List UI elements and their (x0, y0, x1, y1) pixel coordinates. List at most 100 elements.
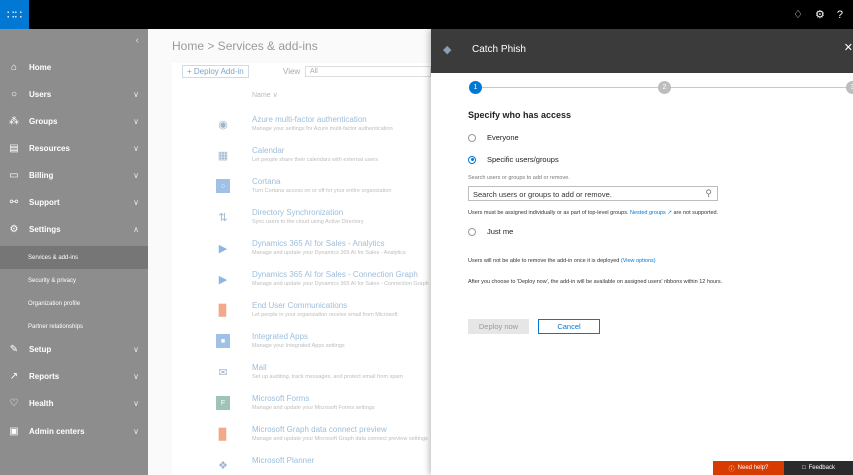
service-row[interactable]: F Microsoft Forms Manage and update your… (172, 393, 431, 424)
service-title[interactable]: Azure multi-factor authentication (252, 115, 367, 124)
option-specific-users-groups[interactable]: Specific users/groups (468, 155, 559, 164)
need-help-button[interactable]: ⓘ Need help? (713, 461, 784, 475)
specific-users-groups-label: Specific users/groups (487, 155, 559, 164)
service-row[interactable]: ▦ Calendar Let people share their calend… (172, 145, 431, 176)
office-icon: ▉ (218, 428, 228, 441)
service-title[interactable]: Microsoft Forms (252, 394, 309, 403)
deploy-now-button[interactable]: Deploy now (468, 319, 529, 334)
service-title[interactable]: Microsoft Graph data connect preview (252, 425, 387, 434)
service-title[interactable]: Microsoft Planner (252, 456, 314, 465)
sidebar-item-billing[interactable]: ▭ Billing ∨ (0, 162, 148, 188)
sidebar-subitem-label: Services & add-ins (28, 254, 79, 261)
service-row[interactable]: ❖ Microsoft Planner (172, 455, 431, 475)
everyone-radio[interactable] (468, 133, 476, 142)
support-icon: ⚯ (9, 196, 19, 208)
service-row[interactable]: ○ Cortana Turn Cortana access on or off … (172, 176, 431, 207)
service-description: Set up auditing, track messages, and pro… (252, 374, 404, 380)
sidebar-subitem-label: Organization profile (28, 300, 81, 307)
sidebar-subitem-services-add-ins[interactable]: Services & add-ins (0, 246, 148, 269)
service-row[interactable]: ✉ Mail Set up auditing, track messages, … (172, 362, 431, 393)
sidebar-item-settings[interactable]: ⚙ Settings ∧ (0, 216, 148, 242)
top-bar: ∷∷ ♢ ⚙ ? (0, 0, 853, 29)
need-help-label: Need help? (737, 465, 769, 471)
home-icon: ⌂ (10, 61, 18, 73)
service-row[interactable]: ■ Integrated Apps Manage your Integrated… (172, 331, 431, 362)
service-description: Let people share their calendars with ex… (252, 157, 378, 163)
help-icon[interactable]: ? (837, 9, 843, 21)
external-link-icon: ↗ (667, 210, 672, 216)
assignment-note-text: Users must be assigned individually or a… (468, 210, 629, 216)
feedback-icon: □ (802, 465, 806, 471)
cancel-button[interactable]: Cancel (538, 319, 600, 334)
view-options-link[interactable]: (View options) (621, 258, 656, 264)
sidebar-subitem-organization-profile[interactable]: Organization profile (0, 292, 148, 315)
chevron-down-icon: ∨ (133, 398, 139, 408)
service-title[interactable]: End User Communications (252, 301, 347, 310)
service-title[interactable]: Mail (252, 363, 267, 372)
option-just-me[interactable]: Just me (468, 227, 513, 236)
view-select[interactable]: All (305, 66, 431, 77)
fingerprint-icon: ◉ (218, 118, 228, 131)
service-row[interactable]: ▉ End User Communications Let people in … (172, 300, 431, 331)
nested-groups-link[interactable]: Nested groups (630, 210, 666, 216)
service-description: Manage and update your Microsoft Graph d… (252, 436, 428, 442)
cortana-icon: ○ (216, 179, 230, 193)
sidebar-item-health[interactable]: ♡ Health ∨ (0, 390, 148, 416)
sidebar-item-label: Admin centers (29, 426, 85, 436)
service-title[interactable]: Calendar (252, 146, 284, 155)
user-group-search-input[interactable] (473, 189, 699, 199)
wizard-step-1: 1 (469, 81, 482, 94)
feedback-button[interactable]: □ Feedback (784, 461, 853, 475)
sidebar-item-home[interactable]: ⌂ Home (0, 54, 148, 80)
service-title[interactable]: Integrated Apps (252, 332, 308, 341)
service-row[interactable]: ⇅ Directory Synchronization Sync users t… (172, 207, 431, 238)
specific-users-groups-radio[interactable] (468, 155, 476, 164)
deploy-add-in-button[interactable]: + Deploy Add-in (182, 65, 249, 78)
panel-header: ◆ Catch Phish ✕ (431, 29, 853, 73)
panel-title: Catch Phish (472, 44, 526, 55)
sidebar-item-support[interactable]: ⚯ Support ∨ (0, 189, 148, 215)
sidebar-item-label: Health (29, 398, 54, 408)
service-title[interactable]: Dynamics 365 AI for Sales - Analytics (252, 239, 385, 248)
sidebar-item-admin-centers[interactable]: ▣ Admin centers ∨ (0, 418, 148, 444)
service-row[interactable]: ▉ Microsoft Graph data connect preview M… (172, 424, 431, 455)
service-row[interactable]: ▶ Dynamics 365 AI for Sales - Analytics … (172, 238, 431, 269)
chevron-left-icon[interactable]: ‹ (136, 35, 139, 46)
wizard-step-3: 3 (846, 81, 853, 94)
health-icon: ♡ (9, 397, 19, 409)
service-title[interactable]: Directory Synchronization (252, 208, 343, 217)
user-group-search[interactable]: ⚲ (468, 186, 718, 201)
sidebar-subitem-security-privacy[interactable]: Security & privacy (0, 269, 148, 292)
waffle-icon[interactable]: ∷∷ (0, 0, 29, 29)
mail-icon: ✉ (218, 366, 228, 379)
chevron-down-icon: ∨ (133, 371, 139, 381)
sidebar-subitem-partner-relationships[interactable]: Partner relationships (0, 315, 148, 338)
top-bar-icons: ♢ ⚙ ? (793, 0, 853, 29)
assignment-note-text-end: are not supported. (673, 210, 719, 216)
sidebar-item-label: Groups (29, 116, 58, 126)
feedback-label: Feedback (808, 465, 835, 471)
option-everyone[interactable]: Everyone (468, 133, 519, 142)
service-row[interactable]: ◉ Azure multi-factor authentication Mana… (172, 114, 431, 145)
bell-icon[interactable]: ♢ (793, 8, 803, 21)
sidebar-item-label: Resources (29, 143, 70, 153)
sidebar-item-groups[interactable]: ⁂ Groups ∨ (0, 108, 148, 134)
sidebar-item-setup[interactable]: ✎ Setup ∨ (0, 336, 148, 362)
sidebar-item-users[interactable]: ○ Users ∨ (0, 81, 148, 107)
service-description: Let people in your organization receive … (252, 312, 398, 318)
chevron-down-icon: ∨ (133, 143, 139, 153)
sidebar-item-reports[interactable]: ↗ Reports ∨ (0, 363, 148, 389)
service-title[interactable]: Cortana (252, 177, 280, 186)
close-icon[interactable]: ✕ (844, 41, 853, 54)
section-title: Specify who has access (468, 110, 572, 120)
chevron-down-icon: ∨ (133, 197, 139, 207)
just-me-radio[interactable] (468, 227, 476, 236)
sidebar-item-resources[interactable]: ▤ Resources ∨ (0, 135, 148, 161)
search-icon[interactable]: ⚲ (705, 188, 712, 199)
service-title[interactable]: Dynamics 365 AI for Sales - Connection G… (252, 270, 418, 279)
name-column-header[interactable]: Name ∨ (252, 91, 278, 99)
sidebar-item-label: Reports (29, 371, 60, 381)
view-label: View (283, 67, 301, 76)
gear-icon[interactable]: ⚙ (815, 8, 825, 21)
service-row[interactable]: ▶ Dynamics 365 AI for Sales - Connection… (172, 269, 431, 300)
